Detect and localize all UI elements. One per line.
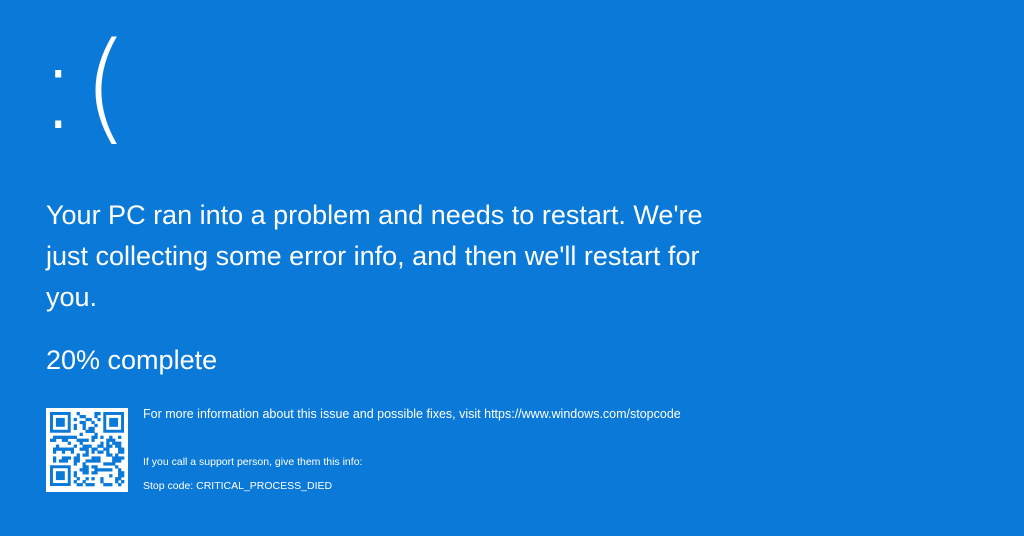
support-info-text: If you call a support person, give them …	[143, 456, 363, 468]
stop-code-value: CRITICAL_PROCESS_DIED	[196, 480, 333, 492]
sad-face-icon: :(	[38, 18, 134, 157]
bsod-screen: :( Your PC ran into a problem and needs …	[0, 0, 1024, 536]
qr-code-graphic	[50, 412, 125, 487]
stop-code-label: Stop code:	[143, 480, 194, 492]
progress-text: 20% complete	[46, 345, 218, 375]
qr-code-icon	[46, 408, 128, 492]
more-info-text: For more information about this issue an…	[143, 407, 681, 421]
stop-code-line: Stop code: CRITICAL_PROCESS_DIED	[143, 478, 332, 494]
error-message: Your PC ran into a problem and needs to …	[46, 200, 703, 312]
